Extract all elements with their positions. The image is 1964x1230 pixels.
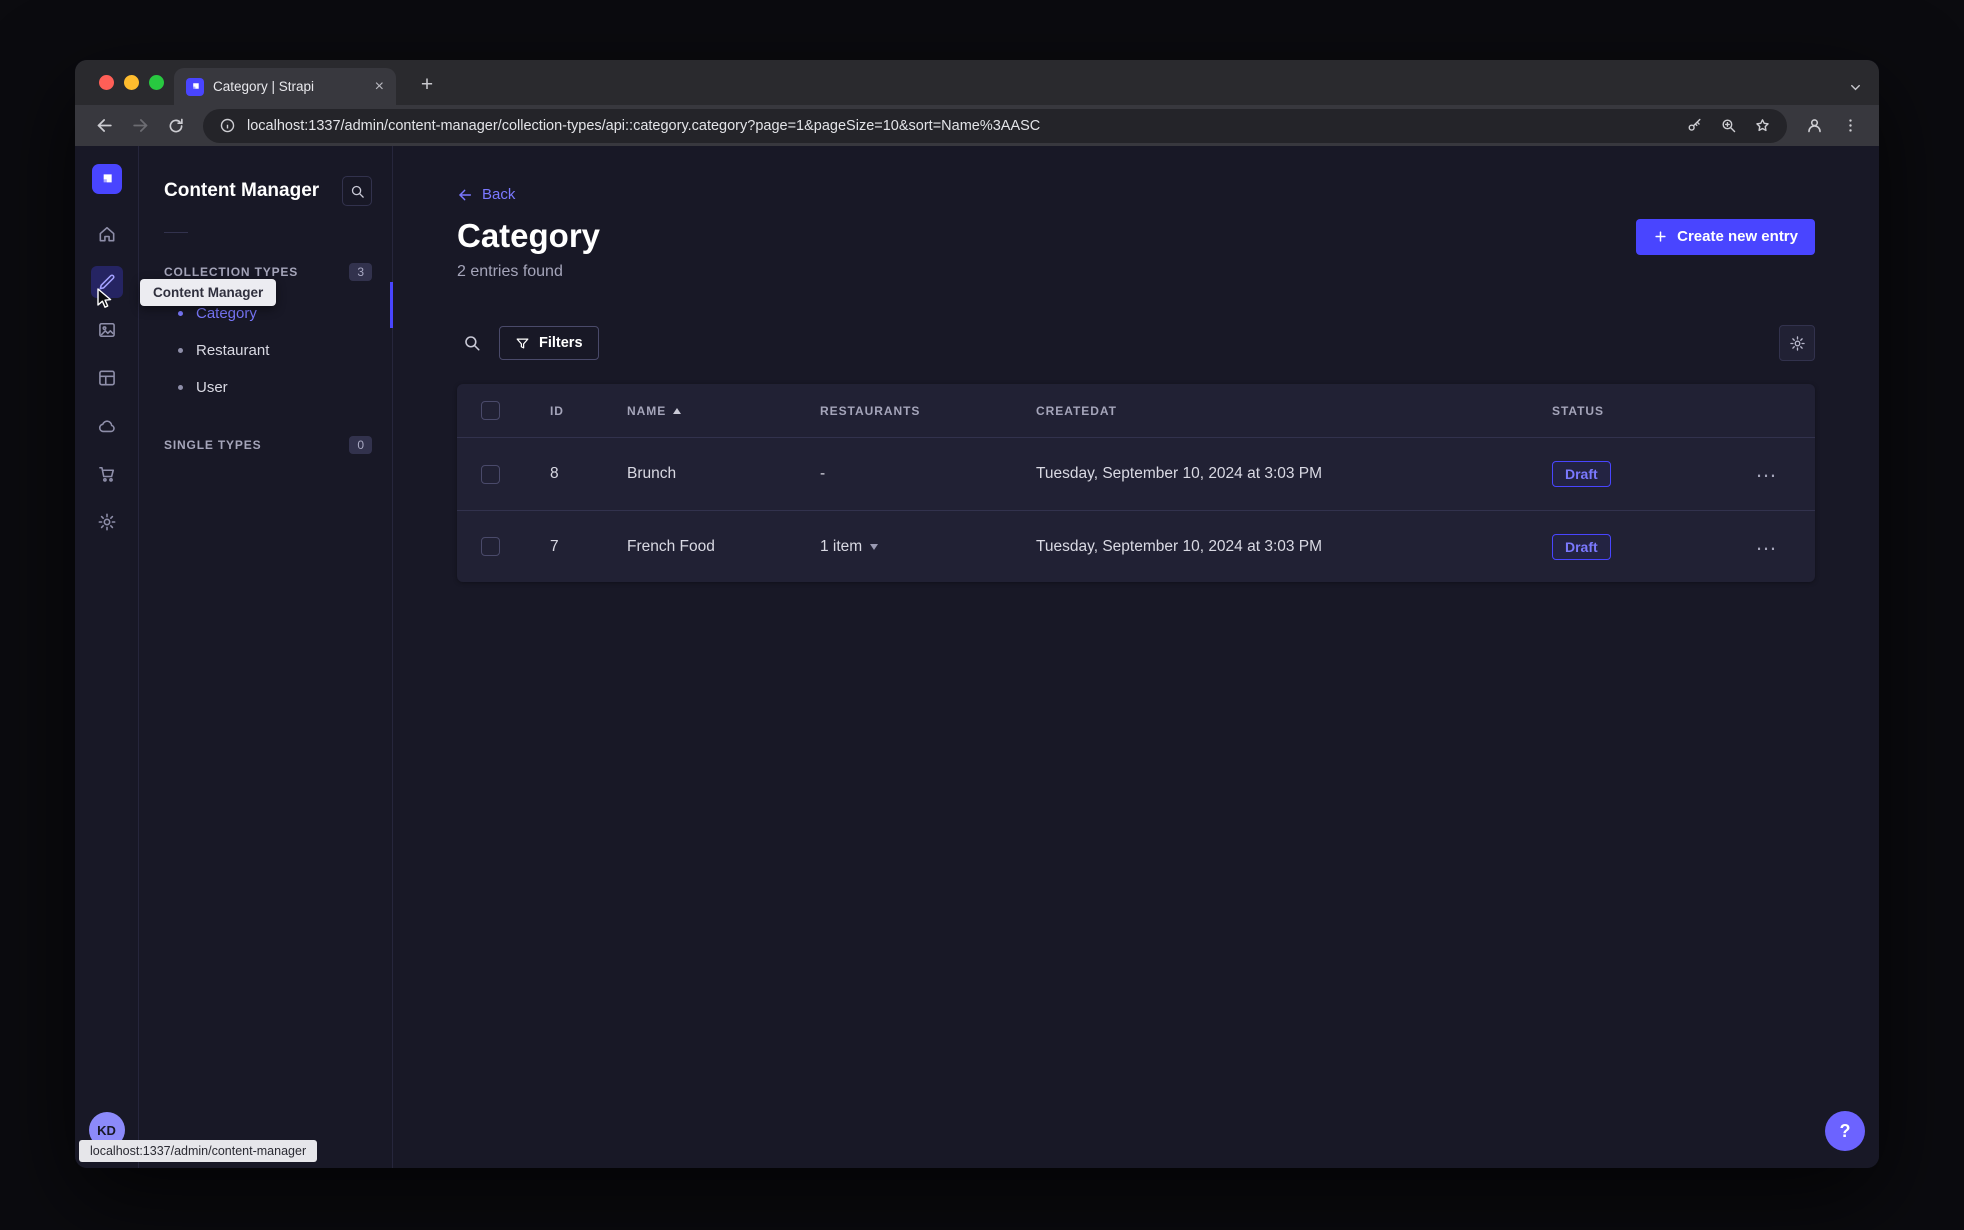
browser-toolbar: localhost:1337/admin/content-manager/col… bbox=[75, 105, 1879, 146]
bullet-icon bbox=[178, 385, 183, 390]
site-info-icon[interactable] bbox=[219, 117, 236, 134]
tab-title: Category | Strapi bbox=[213, 79, 315, 94]
tab-search-chevron-icon[interactable] bbox=[1848, 80, 1863, 95]
omnibox-actions bbox=[1686, 117, 1771, 134]
single-types-count-badge: 0 bbox=[349, 436, 372, 454]
row-checkbox[interactable] bbox=[481, 537, 500, 557]
cell-restaurants: - bbox=[820, 465, 826, 483]
cell-createdat: Tuesday, September 10, 2024 at 3:03 PM bbox=[1036, 537, 1323, 555]
bookmark-star-icon[interactable] bbox=[1754, 117, 1771, 134]
help-button[interactable]: ? bbox=[1825, 1111, 1865, 1151]
address-bar[interactable]: localhost:1337/admin/content-manager/col… bbox=[203, 108, 1787, 143]
maximize-window-button[interactable] bbox=[149, 75, 164, 90]
sidebar-item-label: User bbox=[196, 379, 228, 396]
zoom-icon[interactable] bbox=[1720, 117, 1737, 134]
settings-gear-icon[interactable] bbox=[91, 506, 123, 538]
single-types-label: SINGLE TYPES bbox=[164, 438, 262, 452]
table-row[interactable]: 7 French Food 1 item Tuesday, September … bbox=[457, 510, 1815, 582]
minimize-window-button[interactable] bbox=[124, 75, 139, 90]
strapi-favicon bbox=[186, 77, 204, 96]
subnav-search-button[interactable] bbox=[342, 176, 372, 206]
cell-restaurants[interactable]: 1 item bbox=[820, 538, 1036, 556]
search-icon[interactable] bbox=[457, 328, 487, 358]
cell-name: Brunch bbox=[627, 465, 677, 483]
new-tab-button[interactable]: + bbox=[413, 71, 441, 99]
back-link[interactable]: Back bbox=[457, 186, 515, 203]
nav-tooltip: Content Manager bbox=[140, 279, 277, 306]
create-new-entry-button[interactable]: Create new entry bbox=[1636, 218, 1815, 255]
back-label: Back bbox=[482, 186, 516, 203]
forward-icon[interactable] bbox=[125, 111, 155, 141]
single-types-section-header: SINGLE TYPES 0 bbox=[139, 406, 392, 462]
status-badge: Draft bbox=[1552, 533, 1611, 560]
sidebar-item-restaurant[interactable]: Restaurant bbox=[139, 332, 392, 369]
strapi-logo[interactable] bbox=[91, 164, 122, 194]
header-name[interactable]: NAME bbox=[627, 404, 820, 418]
list-toolbar: Filters bbox=[457, 325, 1815, 362]
reload-icon[interactable] bbox=[161, 111, 191, 141]
chevron-down-icon bbox=[870, 543, 879, 550]
strapi-admin-app: KD Content Manager COLLECTION TYPES 3 Ca… bbox=[75, 146, 1879, 1168]
desktop-background: Category | Strapi × + localhost:1337/adm… bbox=[0, 0, 1964, 1230]
entries-table: ID NAME RESTAURANTS CREATEDAT STATUS 8 B… bbox=[457, 384, 1815, 583]
browser-menu-icon[interactable] bbox=[1835, 111, 1865, 141]
subnav-title: Content Manager bbox=[164, 180, 320, 201]
home-icon[interactable] bbox=[91, 218, 123, 250]
view-settings-button[interactable] bbox=[1779, 325, 1815, 362]
table-row[interactable]: 8 Brunch - Tuesday, September 10, 2024 a… bbox=[457, 438, 1815, 510]
cell-name: French Food bbox=[627, 537, 715, 555]
filters-label: Filters bbox=[539, 335, 583, 352]
cloud-icon[interactable] bbox=[91, 410, 123, 442]
bullet-icon bbox=[178, 311, 183, 316]
main-content: Back Category 2 entries found Create new… bbox=[393, 146, 1879, 1168]
header-createdat[interactable]: CREATEDAT bbox=[1036, 404, 1552, 418]
sidebar-item-label: Category bbox=[196, 305, 257, 322]
tab-close-icon[interactable]: × bbox=[375, 78, 384, 95]
table-header-row: ID NAME RESTAURANTS CREATEDAT STATUS bbox=[457, 384, 1815, 439]
cell-id: 8 bbox=[550, 465, 559, 483]
window-controls bbox=[99, 75, 164, 90]
close-window-button[interactable] bbox=[99, 75, 114, 90]
filters-button[interactable]: Filters bbox=[499, 326, 599, 361]
back-icon[interactable] bbox=[89, 111, 119, 141]
page-title: Category bbox=[457, 216, 601, 254]
profile-avatar-icon[interactable] bbox=[1799, 111, 1829, 141]
browser-tab-strip: Category | Strapi × + bbox=[75, 60, 1879, 105]
status-badge: Draft bbox=[1552, 461, 1611, 488]
link-status-bubble: localhost:1337/admin/content-manager bbox=[79, 1140, 318, 1162]
page-header: Category 2 entries found Create new entr… bbox=[457, 217, 1815, 282]
header-status[interactable]: STATUS bbox=[1552, 404, 1755, 418]
select-all-checkbox[interactable] bbox=[481, 401, 500, 421]
sort-ascending-icon bbox=[673, 407, 682, 414]
row-actions-menu-icon[interactable]: … bbox=[1755, 459, 1778, 481]
cell-createdat: Tuesday, September 10, 2024 at 3:03 PM bbox=[1036, 465, 1323, 483]
sidebar-item-label: Restaurant bbox=[196, 342, 270, 359]
media-library-icon[interactable] bbox=[91, 314, 123, 346]
header-restaurants[interactable]: RESTAURANTS bbox=[820, 404, 1036, 418]
cell-id: 7 bbox=[550, 537, 559, 555]
header-name-label: NAME bbox=[627, 403, 667, 418]
bullet-icon bbox=[178, 348, 183, 353]
row-actions-menu-icon[interactable]: … bbox=[1755, 531, 1778, 553]
header-id[interactable]: ID bbox=[550, 404, 627, 418]
password-key-icon[interactable] bbox=[1686, 117, 1703, 134]
url-text[interactable]: localhost:1337/admin/content-manager/col… bbox=[247, 118, 1675, 134]
collection-types-list: Category Restaurant User bbox=[139, 295, 392, 406]
browser-window: Category | Strapi × + localhost:1337/adm… bbox=[75, 60, 1879, 1168]
create-new-entry-label: Create new entry bbox=[1677, 228, 1798, 245]
collection-types-count-badge: 3 bbox=[349, 263, 372, 281]
browser-tab[interactable]: Category | Strapi × bbox=[174, 68, 396, 105]
mouse-cursor bbox=[95, 288, 115, 315]
sidebar-item-user[interactable]: User bbox=[139, 369, 392, 406]
restaurants-count-label: 1 item bbox=[820, 537, 863, 555]
entries-count: 2 entries found bbox=[457, 263, 563, 281]
marketplace-cart-icon[interactable] bbox=[91, 458, 123, 490]
content-type-builder-icon[interactable] bbox=[91, 362, 123, 394]
subnav-header: Content Manager bbox=[139, 146, 392, 206]
page-title-block: Category 2 entries found bbox=[457, 217, 600, 282]
rail-nav-items bbox=[90, 218, 123, 538]
row-checkbox[interactable] bbox=[481, 464, 500, 484]
collection-types-label: COLLECTION TYPES bbox=[164, 265, 299, 279]
